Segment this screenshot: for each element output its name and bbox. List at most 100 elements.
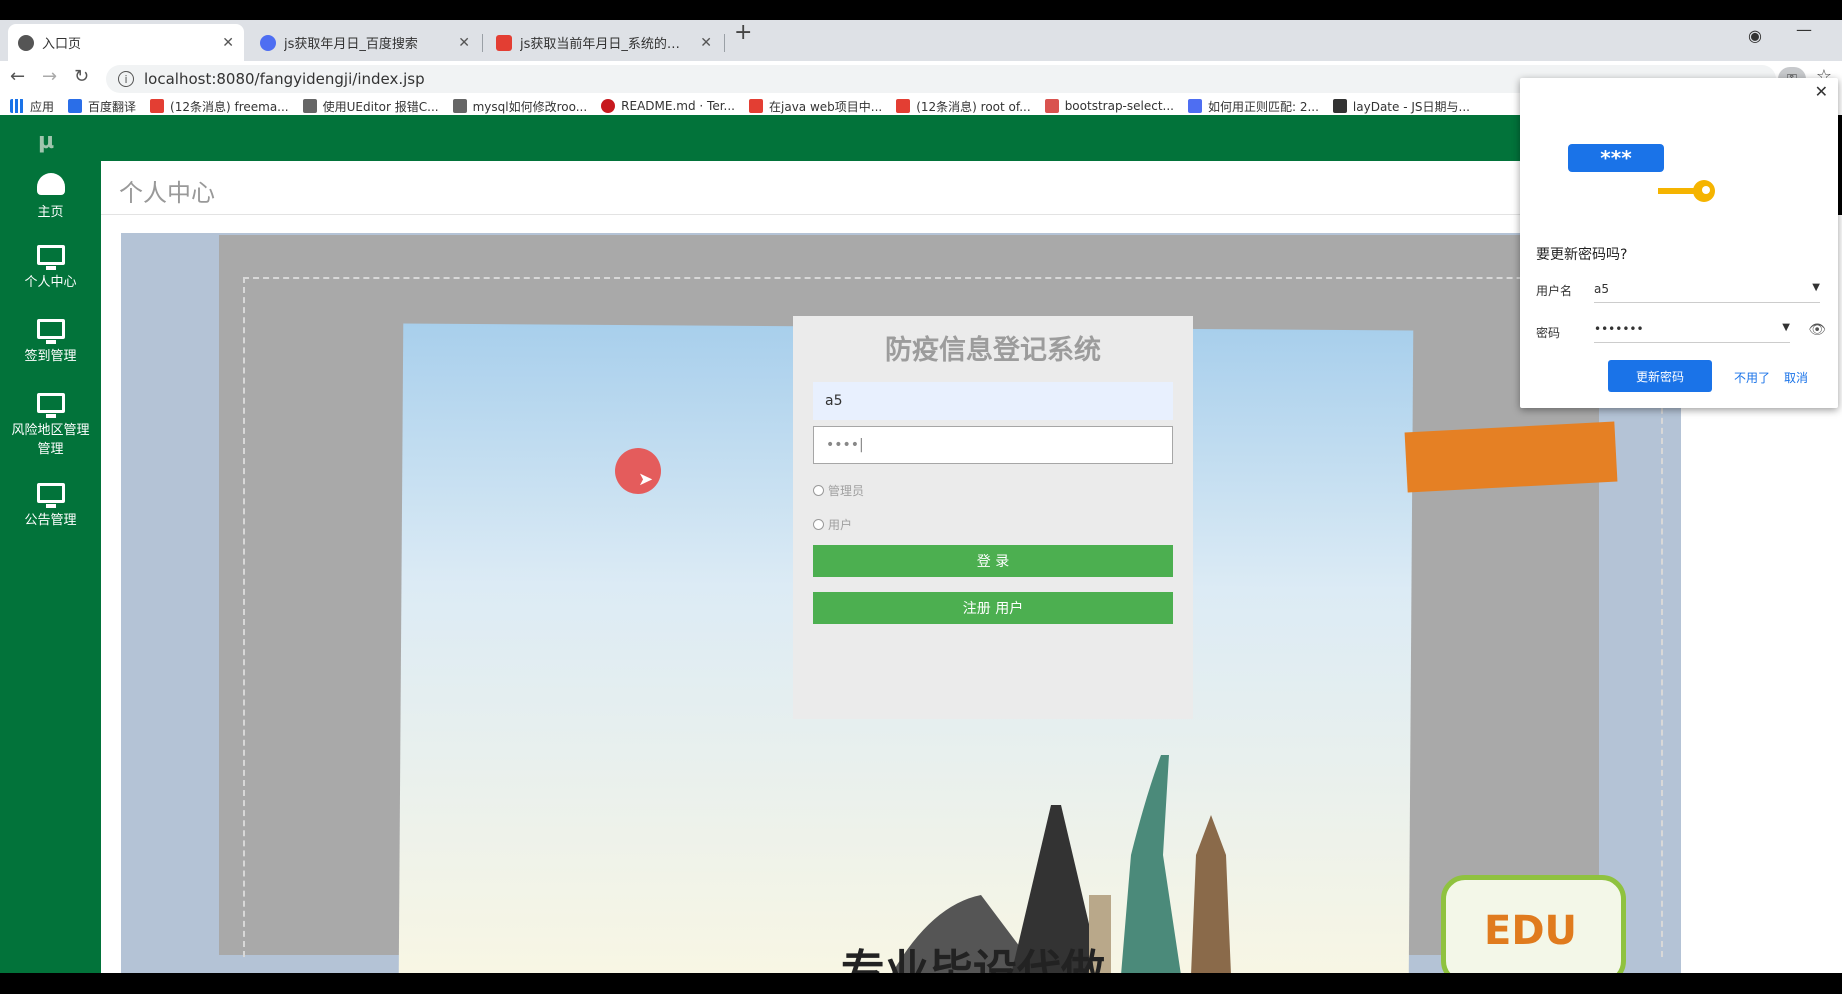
sidebar: µ 主页 个人中心 签到管理 风险地区管理 管理 公告管理 [0,115,101,973]
radio-circle [813,519,824,530]
address-text: localhost:8080/fangyidengji/index.jsp [144,70,425,88]
eye-icon[interactable]: 👁 [1808,322,1826,338]
dashboard-icon [36,173,65,195]
sidebar-item-label: 主页 [37,205,64,220]
bookmark-item[interactable]: 百度翻译 [68,98,136,115]
watermark-text: 专业毕设代做 [841,946,1105,973]
role-admin-radio[interactable]: 管理员 [813,482,864,499]
bookmark-item[interactable]: 在java web项目中... [749,98,882,115]
globe-icon [18,34,34,51]
cursor-arrow-icon: ➤ [638,469,654,490]
role-user-label: 用户 [828,518,853,532]
sidebar-item-label: 公告管理 [24,513,77,528]
key-illustration-icon [1658,180,1715,202]
sidebar-item-label: 签到管理 [24,349,77,364]
username-value: a5 [1594,282,1609,296]
password-label: 密码 [1536,326,1561,340]
back-icon[interactable]: ← [10,66,25,87]
gitee-icon [601,99,616,113]
sidebar-item-home[interactable]: 主页 [0,173,101,220]
bookmark-label: 百度翻译 [88,99,137,114]
page-title: 个人中心 [119,179,215,207]
edu-text: EDU [1484,908,1578,954]
close-icon[interactable]: ✕ [458,35,470,51]
new-tab-button[interactable]: + [734,20,752,45]
username-input[interactable]: a5 [813,382,1173,420]
no-thanks-link[interactable]: 不用了 [1734,369,1770,386]
csdn-icon [896,99,911,113]
screen-top-bar [0,0,1842,20]
sidebar-item-checkin[interactable]: 签到管理 [0,319,101,364]
screen-bottom-bar [0,973,1842,994]
dropdown-caret-icon: ▼ [1812,282,1820,293]
baidu-icon [1187,99,1202,113]
bookmark-item[interactable]: 如何用正则匹配: 2... [1187,98,1319,115]
bookmark-item[interactable]: bootstrap-select... [1044,99,1174,113]
tab-csdn[interactable]: js获取当前年月日_系统的个人... ✕ [486,24,722,61]
password-select[interactable]: ••••••• ▼ [1594,322,1790,343]
username-select[interactable]: a5 ▼ [1594,282,1820,303]
sidebar-item-risk-area[interactable]: 风险地区管理 管理 [0,393,101,457]
password-update-popup: ✕ *** 要更新密码吗? 用户名 a5 ▼ 密码 ••••••• ▼ 👁 更新… [1520,78,1838,408]
translate-icon [68,99,83,113]
tab-baidu-search[interactable]: js获取年月日_百度搜索 ✕ [250,24,480,61]
cancel-link[interactable]: 取消 [1784,369,1808,386]
update-password-button[interactable]: 更新密码 [1608,360,1712,392]
bookmark-label: layDate - JS日期与... [1352,99,1470,114]
bookmark-item[interactable]: README.md · Ter... [601,99,735,113]
radio-circle [813,485,824,496]
password-value: ••••••• [1594,322,1644,336]
sidebar-item-label: 风险地区管理 [11,423,90,438]
bookmark-item[interactable]: 使用UEditor 报错C... [302,98,439,115]
apps-grid-icon [10,99,24,113]
role-user-radio[interactable]: 用户 [813,516,852,533]
bookmark-label: README.md · Ter... [621,99,735,113]
login-button[interactable]: 登 录 [813,545,1173,577]
monitor-icon [36,483,65,508]
bookmark-item[interactable]: (12条消息) freema... [150,98,289,115]
page-icon [452,99,467,113]
bookmark-apps[interactable]: 应用 [10,98,54,115]
forward-icon[interactable]: → [42,66,57,87]
bookmark-label: 使用UEditor 报错C... [322,99,439,114]
info-icon[interactable]: i [118,71,134,87]
register-button[interactable]: 注册 用户 [813,592,1173,624]
monitor-icon [36,393,65,418]
laydate-icon [1332,99,1347,113]
popup-title: 要更新密码吗? [1536,247,1628,263]
page-icon [1044,99,1059,113]
profile-icon[interactable]: ◉ [1748,26,1762,45]
bookmark-item[interactable]: (12条消息) root of... [896,98,1031,115]
monitor-icon [36,245,65,270]
reload-icon[interactable]: ↻ [74,66,89,87]
password-illustration: *** [1568,144,1664,172]
tab-entry-page[interactable]: 入口页 ✕ [8,24,244,61]
minimize-icon[interactable]: — [1796,20,1812,39]
tab-divider [482,34,483,52]
bookmark-label: 应用 [30,99,55,114]
app-header [101,115,1521,161]
bookmark-label: mysql如何修改roo... [472,99,588,114]
bookmark-item[interactable]: layDate - JS日期与... [1332,98,1470,115]
dropdown-caret-icon: ▼ [1782,322,1790,333]
sidebar-item-announcements[interactable]: 公告管理 [0,483,101,528]
bookmark-label: (12条消息) freema... [170,99,289,114]
tab-title: js获取年月日_百度搜索 [284,37,418,52]
password-input[interactable]: ••••| [813,426,1173,464]
bookmark-label: 如何用正则匹配: 2... [1207,99,1319,114]
edu-badge: EDU [1441,875,1626,973]
sidebar-item-label: 个人中心 [24,275,77,290]
login-card: 防疫信息登记系统 a5 ••••| 管理员 用户 登 录 注册 用户 [793,316,1193,719]
csdn-icon [150,99,165,113]
bookmark-label: (12条消息) root of... [916,99,1031,114]
close-icon[interactable]: ✕ [1815,82,1828,101]
sidebar-item-personal-center[interactable]: 个人中心 [0,245,101,290]
close-icon[interactable]: ✕ [222,35,234,51]
close-icon[interactable]: ✕ [700,35,712,51]
login-title: 防疫信息登记系统 [885,335,1101,366]
tab-divider [724,34,725,52]
bookmark-item[interactable]: mysql如何修改roo... [452,98,588,115]
csdn-icon [749,99,763,113]
logo: µ [38,129,55,154]
role-admin-label: 管理员 [828,484,865,498]
